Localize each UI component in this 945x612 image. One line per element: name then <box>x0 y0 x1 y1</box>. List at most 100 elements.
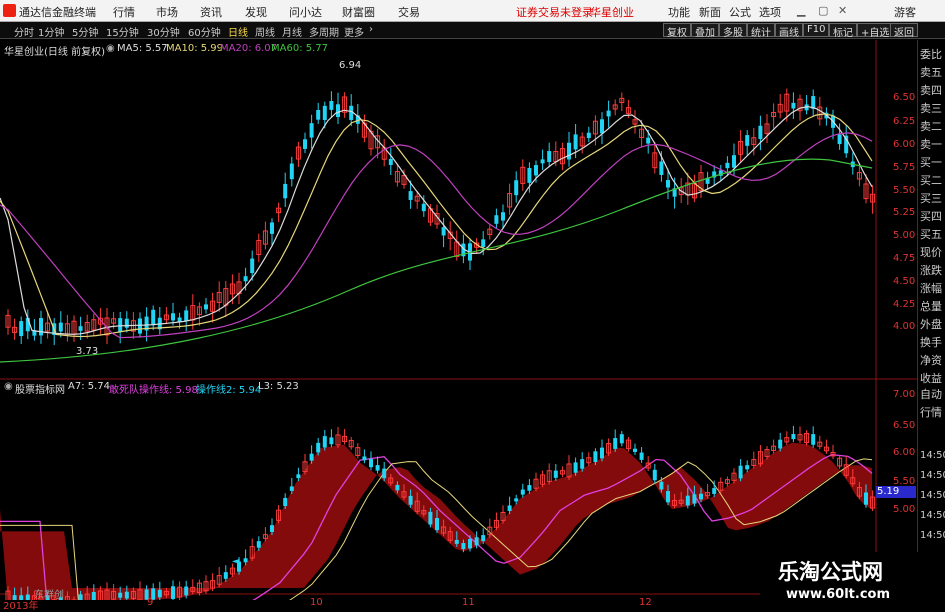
menu-options[interactable]: 选项 <box>759 4 781 20</box>
ma5-line <box>0 107 872 335</box>
period-weekly[interactable]: 周线 <box>255 24 275 39</box>
multi-stock-button[interactable]: 多股 <box>719 23 747 37</box>
candle-down <box>646 138 650 144</box>
menu-item-market[interactable]: 市场 <box>156 4 178 20</box>
menu-function[interactable]: 功能 <box>668 4 690 20</box>
sub-candle-down <box>79 594 83 600</box>
sub-candle-down <box>653 470 657 480</box>
date-label: 11 <box>462 597 475 608</box>
ma-lines <box>0 107 872 362</box>
low-annotation: 3.73 <box>76 346 98 357</box>
price-tick: 4.25 <box>893 299 915 310</box>
legend-toggle-icon[interactable]: ◉ <box>106 43 115 54</box>
menu-item-assistant[interactable]: 问小达 <box>289 4 322 20</box>
sub-candle-down <box>125 592 129 599</box>
candle-down <box>527 168 531 183</box>
sub-candle-down <box>270 525 274 532</box>
minimize-icon[interactable]: ▁ <box>797 4 805 17</box>
mark-button[interactable]: 标记 <box>829 23 857 37</box>
period-30min[interactable]: 30分钟 <box>147 24 180 39</box>
back-button[interactable]: 返回 <box>890 23 918 37</box>
sub-panel-item[interactable]: 行情 <box>920 404 942 420</box>
period-more[interactable]: 更多 <box>344 24 364 39</box>
watermark-url: www.60lt.com <box>786 587 890 602</box>
app-logo-icon <box>3 4 16 17</box>
panel-item[interactable]: 换手 <box>920 334 942 350</box>
panel-item[interactable]: 买四 <box>920 208 942 224</box>
sub-candle-down <box>778 440 782 449</box>
period-multi[interactable]: 多周期 <box>309 24 339 39</box>
add-watchlist-button[interactable]: +自选 <box>857 23 893 37</box>
panel-item[interactable]: 买五 <box>920 226 942 242</box>
price-tick: 6.00 <box>893 139 915 150</box>
panel-item[interactable]: 卖三 <box>920 100 942 116</box>
panel-item[interactable]: 买二 <box>920 172 942 188</box>
panel-item[interactable]: 总量 <box>920 298 942 314</box>
sub-tick: 7.00 <box>893 389 915 400</box>
sub-candle-down <box>508 505 512 510</box>
guest-label[interactable]: 游客 <box>894 4 916 20</box>
panel-item[interactable]: 卖一 <box>920 136 942 152</box>
sub-candle-down <box>118 593 122 598</box>
menu-item-wealth[interactable]: 财富圈 <box>342 4 375 20</box>
period-5min[interactable]: 5分钟 <box>72 24 98 39</box>
menu-formula[interactable]: 公式 <box>729 4 751 20</box>
maximize-icon[interactable]: ▢ <box>818 4 828 17</box>
menu-new-page[interactable]: 新面 <box>699 4 721 20</box>
stats-button[interactable]: 统计 <box>747 23 775 37</box>
trade-login-notice[interactable]: 证券交易未登录 <box>516 4 593 20</box>
period-monthly[interactable]: 月线 <box>282 24 302 39</box>
sub-time-tick: 14:50 <box>920 470 945 481</box>
sub-candle-down <box>699 494 703 500</box>
price-tick: 6.25 <box>893 116 915 127</box>
panel-item[interactable]: 外盘 <box>920 316 942 332</box>
legend-a7: A7: 5.74 <box>68 381 110 392</box>
sub-candle-down <box>739 466 743 479</box>
panel-item[interactable]: 涨幅 <box>920 280 942 296</box>
draw-line-button[interactable]: 画线 <box>775 23 803 37</box>
panel-item[interactable]: 买三 <box>920 190 942 206</box>
period-15min[interactable]: 15分钟 <box>106 24 139 39</box>
menu-item-discover[interactable]: 发现 <box>245 4 267 20</box>
kline-chart-area[interactable] <box>0 40 917 600</box>
price-tick: 4.75 <box>893 253 915 264</box>
panel-item[interactable]: 现价 <box>920 244 942 260</box>
candle-down <box>494 215 498 224</box>
sub-panel-item[interactable]: 自动 <box>920 386 942 402</box>
ma60-line <box>0 159 872 362</box>
candle-down <box>19 321 23 336</box>
candle-down <box>758 126 762 139</box>
panel-item[interactable]: 卖二 <box>920 118 942 134</box>
candle-down <box>666 180 670 187</box>
panel-item[interactable]: 委比 <box>920 46 942 62</box>
panel-item[interactable]: 收益 <box>920 370 942 386</box>
period-60min[interactable]: 60分钟 <box>188 24 221 39</box>
close-icon[interactable]: ✕ <box>838 4 847 17</box>
panel-item[interactable]: 卖四 <box>920 82 942 98</box>
sub-candle-down <box>316 443 320 452</box>
period-daily[interactable]: 日线 <box>228 24 248 39</box>
overlay-button[interactable]: 叠加 <box>691 23 719 37</box>
candle-down <box>541 159 545 163</box>
legend-ma10: MA10: 5.99 <box>166 43 223 54</box>
candle-down <box>138 318 142 333</box>
adjust-button[interactable]: 复权 <box>663 23 691 37</box>
f10-button[interactable]: F10 <box>803 23 829 37</box>
sub-candle-down <box>468 539 472 548</box>
candle-down <box>316 110 320 120</box>
menu-item-trade[interactable]: 交易 <box>398 4 420 20</box>
period-1min[interactable]: 1分钟 <box>38 24 64 39</box>
panel-item[interactable]: 净资 <box>920 352 942 368</box>
period-timeshare[interactable]: 分时 <box>14 24 34 39</box>
panel-item[interactable]: 卖五 <box>920 64 942 80</box>
candle-down <box>442 227 446 235</box>
menu-item-quotes[interactable]: 行情 <box>113 4 135 20</box>
sub-time-tick: 14:50 <box>920 530 945 541</box>
menu-item-news[interactable]: 资讯 <box>200 4 222 20</box>
candle-down <box>184 310 188 321</box>
chevron-right-icon[interactable]: › <box>369 24 373 35</box>
legend-ma60: MA60: 5.77 <box>271 43 328 54</box>
panel-item[interactable]: 涨跌 <box>920 262 942 278</box>
sub-legend-toggle-icon[interactable]: ◉ <box>4 381 13 392</box>
panel-item[interactable]: 买一 <box>920 154 942 170</box>
